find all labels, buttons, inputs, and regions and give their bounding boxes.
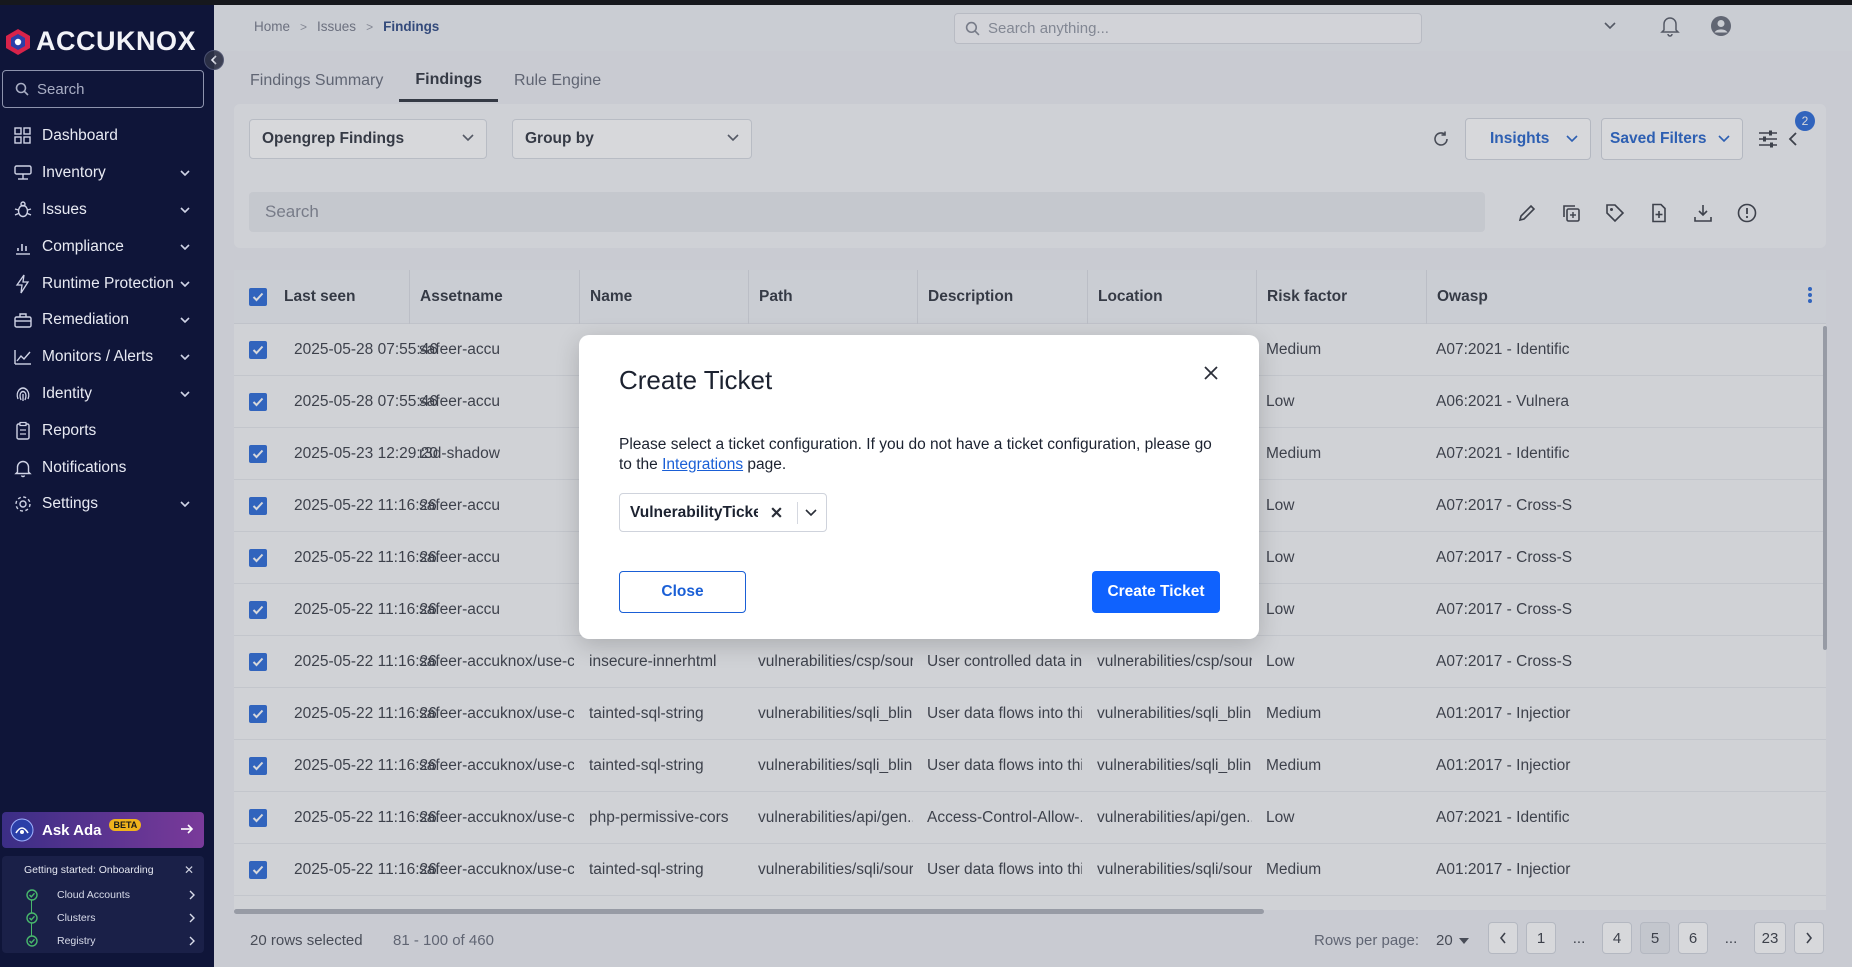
check-circle-icon bbox=[26, 935, 38, 947]
create-ticket-dialog: Create Ticket Please select a ticket con… bbox=[579, 335, 1259, 639]
ticket-configuration-value: VulnerabilityTicket bbox=[630, 503, 758, 521]
chevron-down-icon bbox=[180, 244, 190, 250]
sidebar-item-inventory[interactable]: Inventory bbox=[0, 155, 214, 192]
sidebar-search-placeholder: Search bbox=[37, 80, 85, 98]
sidebar: ACCUKNOX Search Dashboard Inventory Issues… bbox=[0, 0, 214, 967]
close-button[interactable]: Close bbox=[619, 571, 746, 613]
accuknox-logo-icon bbox=[6, 28, 30, 55]
window-top-bar bbox=[0, 0, 1852, 5]
chevron-right-icon bbox=[189, 936, 195, 946]
onboarding-panel: Getting started: Onboarding ✕ Cloud Acco… bbox=[2, 856, 204, 953]
dialog-title: Create Ticket bbox=[619, 365, 773, 395]
gear-icon bbox=[13, 494, 33, 514]
ask-ada-label: Ask Ada bbox=[42, 821, 102, 839]
sidebar-item-label: Runtime Protection bbox=[42, 274, 174, 292]
beta-badge: BETA bbox=[109, 819, 142, 831]
toolbox-icon bbox=[13, 310, 33, 330]
brand-logo[interactable]: ACCUKNOX bbox=[4, 26, 196, 57]
brand-name: ACCUKNOX bbox=[36, 26, 197, 56]
close-icon bbox=[1204, 366, 1218, 380]
sidebar-item-monitors-alerts[interactable]: Monitors / Alerts bbox=[0, 339, 214, 376]
line-chart-icon bbox=[13, 347, 33, 367]
ticket-configuration-select[interactable]: VulnerabilityTicket bbox=[619, 493, 827, 532]
sidebar-item-dashboard[interactable]: Dashboard bbox=[0, 118, 214, 155]
chevron-right-icon bbox=[189, 890, 195, 900]
bar-chart-icon bbox=[13, 237, 33, 257]
onboarding-step-cloud-accounts[interactable]: Cloud Accounts bbox=[26, 886, 196, 904]
grid-icon bbox=[13, 126, 33, 146]
chevron-down-icon bbox=[180, 501, 190, 508]
chevron-right-icon bbox=[189, 913, 195, 923]
sidebar-item-label: Issues bbox=[42, 200, 87, 218]
ada-avatar-icon bbox=[10, 818, 34, 842]
create-ticket-submit-button[interactable]: Create Ticket bbox=[1092, 571, 1220, 613]
search-icon bbox=[15, 82, 29, 96]
chevron-down-icon bbox=[180, 317, 190, 324]
sidebar-search-input[interactable]: Search bbox=[2, 70, 204, 108]
clear-selection-icon[interactable] bbox=[770, 506, 783, 519]
onboarding-step-label: Cloud Accounts bbox=[57, 889, 130, 901]
chevron-down-icon bbox=[180, 170, 190, 177]
lightning-icon bbox=[13, 274, 33, 294]
bug-icon bbox=[13, 200, 33, 220]
sidebar-item-label: Remediation bbox=[42, 311, 130, 329]
sidebar-item-identity[interactable]: Identity bbox=[0, 376, 214, 413]
bell-icon bbox=[13, 458, 33, 478]
onboarding-step-label: Clusters bbox=[57, 912, 96, 924]
onboarding-step-label: Registry bbox=[57, 935, 96, 947]
check-circle-icon bbox=[26, 912, 38, 924]
clipboard-icon bbox=[13, 421, 33, 441]
chevron-down-icon bbox=[180, 391, 190, 397]
sidebar-item-compliance[interactable]: Compliance bbox=[0, 228, 214, 265]
sidebar-item-label: Settings bbox=[42, 495, 99, 513]
select-divider bbox=[797, 502, 798, 524]
sidebar-item-label: Notifications bbox=[42, 458, 127, 476]
dialog-close-button[interactable] bbox=[1199, 361, 1223, 385]
sidebar-item-label: Reports bbox=[42, 421, 97, 439]
chevron-down-icon[interactable] bbox=[805, 509, 817, 517]
check-circle-icon bbox=[26, 889, 38, 901]
sidebar-item-label: Compliance bbox=[42, 237, 124, 255]
onboarding-title: Getting started: Onboarding bbox=[24, 864, 154, 876]
sidebar-item-reports[interactable]: Reports bbox=[0, 412, 214, 449]
close-onboarding-icon[interactable]: ✕ bbox=[184, 863, 194, 877]
chevron-down-icon bbox=[180, 354, 190, 361]
integrations-link[interactable]: Integrations bbox=[662, 456, 743, 473]
sidebar-item-label: Dashboard bbox=[42, 127, 118, 145]
sidebar-item-issues[interactable]: Issues bbox=[0, 192, 214, 229]
sidebar-item-notifications[interactable]: Notifications bbox=[0, 449, 214, 486]
dialog-message-tail: page. bbox=[743, 456, 787, 473]
sidebar-item-label: Identity bbox=[42, 384, 92, 402]
arrow-right-icon bbox=[181, 824, 194, 834]
dialog-message: Please select a ticket configuration. If… bbox=[619, 435, 1229, 475]
server-icon bbox=[13, 163, 33, 183]
sidebar-item-runtime-protection[interactable]: Runtime Protection bbox=[0, 265, 214, 302]
ask-ada-button[interactable]: Ask Ada BETA bbox=[2, 812, 204, 848]
sidebar-item-remediation[interactable]: Remediation bbox=[0, 302, 214, 339]
fingerprint-icon bbox=[13, 384, 33, 404]
sidebar-item-label: Inventory bbox=[42, 164, 106, 182]
sidebar-nav: Dashboard Inventory Issues Compliance Runtim… bbox=[0, 118, 214, 523]
sidebar-item-settings[interactable]: Settings bbox=[0, 486, 214, 523]
chevron-down-icon bbox=[180, 207, 190, 213]
onboarding-step-clusters[interactable]: Clusters bbox=[26, 909, 196, 927]
sidebar-item-label: Monitors / Alerts bbox=[42, 348, 154, 366]
onboarding-step-registry[interactable]: Registry bbox=[26, 932, 196, 950]
chevron-down-icon bbox=[180, 281, 190, 287]
